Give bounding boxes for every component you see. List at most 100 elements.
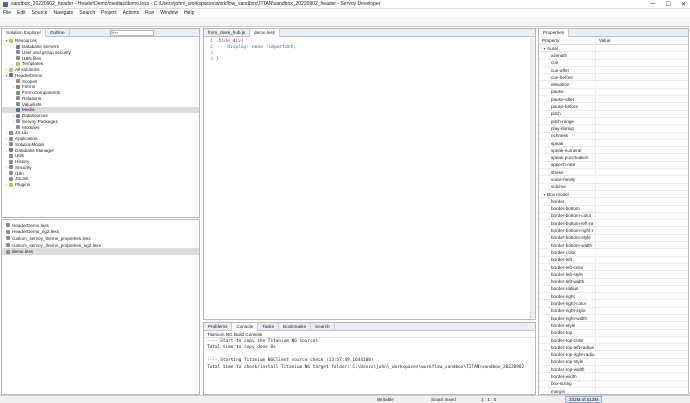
- property-name-cell: border-bottom-color: [539, 212, 596, 220]
- property-name-cell: border-left-style: [539, 271, 596, 278]
- line-number: 3: [210, 50, 213, 56]
- menu-window[interactable]: Window: [160, 10, 178, 16]
- console-tab[interactable]: Tasks: [258, 322, 280, 331]
- property-row[interactable]: border-top-style: [539, 358, 688, 367]
- properties-tabs: Properties: [539, 29, 688, 37]
- property-row[interactable]: border-right: [539, 293, 688, 301]
- menu-actions[interactable]: Actions: [123, 10, 139, 16]
- media-file-item[interactable]: HeaderDemo.less: [2, 222, 199, 229]
- property-row[interactable]: border-right-width: [539, 314, 688, 323]
- property-row[interactable]: cue: [539, 59, 688, 67]
- tab-outline[interactable]: Outline: [46, 28, 70, 37]
- media-file-item[interactable]: HeaderDemo_ng2.less: [2, 229, 199, 236]
- property-row[interactable]: box-sizing: [539, 380, 688, 388]
- editor-scrollbar[interactable]: [530, 38, 535, 319]
- console-tab[interactable]: Search: [311, 322, 335, 331]
- console-tab[interactable]: Console: [232, 322, 259, 331]
- property-row[interactable]: border-left-color: [539, 263, 688, 272]
- line-number: 1: [210, 38, 213, 44]
- menu-help[interactable]: Help: [184, 10, 194, 16]
- property-row[interactable]: border-bottom: [539, 205, 688, 213]
- property-row[interactable]: border-left-width: [539, 278, 688, 286]
- property-row[interactable]: border-style: [539, 322, 688, 330]
- menu-search[interactable]: Search: [79, 10, 95, 16]
- property-row[interactable]: border: [539, 198, 688, 206]
- property-row[interactable]: border-bottom-color: [539, 212, 688, 221]
- property-row[interactable]: border-color: [539, 249, 688, 257]
- property-row[interactable]: pitch: [539, 110, 688, 118]
- tree-item[interactable]: › Plugins: [2, 182, 199, 188]
- code-editor[interactable]: 1 .hide_div{2 display: none !important; 3 4…: [204, 37, 535, 62]
- property-row[interactable]: border-top-width: [539, 366, 688, 374]
- property-row[interactable]: border-top-left-radius: [539, 344, 688, 352]
- property-row[interactable]: border-bottom-width: [539, 242, 688, 250]
- property-row[interactable]: border-right-style: [539, 307, 688, 315]
- property-row[interactable]: pause: [539, 88, 688, 97]
- tab-properties[interactable]: Properties: [539, 29, 569, 37]
- property-row[interactable]: pitch-range: [539, 117, 688, 126]
- editor-tab[interactable]: demo.less: [250, 28, 280, 37]
- property-row[interactable]: border-bottom-style: [539, 234, 688, 243]
- property-name-cell: cue-after: [539, 66, 596, 74]
- property-row[interactable]: border-width: [539, 373, 688, 381]
- media-file-item[interactable]: demo.less: [2, 248, 199, 255]
- property-name-cell: border-left-width: [539, 278, 596, 285]
- property-row[interactable]: stress: [539, 169, 688, 177]
- property-row[interactable]: border-top: [539, 329, 688, 337]
- property-row[interactable]: speak-numeral: [539, 147, 688, 155]
- memory-indicator[interactable]: 332M of 512M: [565, 396, 603, 403]
- property-row[interactable]: cue-before: [539, 74, 688, 82]
- console-tab[interactable]: Problems: [204, 322, 233, 331]
- minimize-button[interactable]: —: [650, 1, 656, 8]
- property-row[interactable]: pause-before: [539, 103, 688, 111]
- property-name: border-top-style: [551, 359, 584, 365]
- tree-item-label: User and group security: [22, 49, 71, 55]
- property-row[interactable]: border-right-color: [539, 300, 688, 308]
- media-file-item[interactable]: custom_servoy_theme_properties_ng2.less: [2, 242, 199, 249]
- editor-tab[interactable]: form_class_hub.js: [204, 28, 251, 37]
- property-row[interactable]: speak: [539, 139, 688, 148]
- property-category[interactable]: ▾ Aural: [539, 45, 688, 53]
- console-output[interactable]: ---- Start to copy the Titanium NG sourc…: [204, 338, 535, 371]
- property-row[interactable]: volume: [539, 183, 688, 191]
- property-row[interactable]: speech-rate: [539, 161, 688, 170]
- menu-file[interactable]: File: [3, 10, 11, 16]
- property-row[interactable]: border-top-color: [539, 336, 688, 345]
- property-name-cell: speech-rate: [539, 161, 596, 169]
- title-bar: sandbox_20220902_header - HeaderDemo/med…: [0, 0, 690, 9]
- editor-tabs: form_class_hub.js demo.less: [204, 28, 535, 37]
- menu-edit[interactable]: Edit: [17, 10, 26, 16]
- file-name: HeaderDemo.less: [12, 222, 49, 228]
- db-icon: [9, 148, 13, 153]
- menu-run[interactable]: Run: [145, 10, 154, 16]
- property-row[interactable]: voice-family: [539, 176, 688, 184]
- close-button[interactable]: ✕: [681, 1, 686, 8]
- property-row[interactable]: border-bottom-left-ra: [539, 220, 688, 228]
- menu-navigate[interactable]: Navigate: [54, 10, 74, 16]
- property-row[interactable]: border-bottom-right-r: [539, 227, 688, 235]
- console-tab[interactable]: Bookmarks: [279, 322, 311, 331]
- property-row[interactable]: margin: [539, 387, 688, 394]
- property-row[interactable]: border-left: [539, 256, 688, 264]
- property-row[interactable]: speak-punctuation: [539, 154, 688, 162]
- maximize-button[interactable]: ☐: [666, 1, 671, 8]
- filter-input[interactable]: [109, 29, 154, 36]
- menu-source[interactable]: Source: [32, 10, 48, 16]
- property-row[interactable]: play-during: [539, 125, 688, 133]
- status-insert-mode: Smart Insert: [431, 397, 457, 402]
- property-category[interactable]: ▾ Box model: [539, 190, 688, 199]
- tab-solution-explorer[interactable]: Solution Explorer: [2, 28, 46, 37]
- media-file-item[interactable]: custom_servoy_theme_properties.less: [2, 235, 199, 242]
- property-row[interactable]: border-top-right-radiu: [539, 351, 688, 359]
- property-name: cue: [551, 60, 559, 66]
- property-row[interactable]: elevation: [539, 81, 688, 89]
- property-row[interactable]: cue-after: [539, 66, 688, 75]
- property-row[interactable]: azimuth: [539, 52, 688, 60]
- menu-project[interactable]: Project: [101, 10, 117, 16]
- console-tab-label: Bookmarks: [283, 324, 306, 329]
- sel-icon: [9, 73, 13, 78]
- property-row[interactable]: richness: [539, 132, 688, 140]
- property-row[interactable]: pause-after: [539, 96, 688, 104]
- property-row[interactable]: border-left-style: [539, 271, 688, 279]
- property-row[interactable]: border-radius: [539, 285, 688, 294]
